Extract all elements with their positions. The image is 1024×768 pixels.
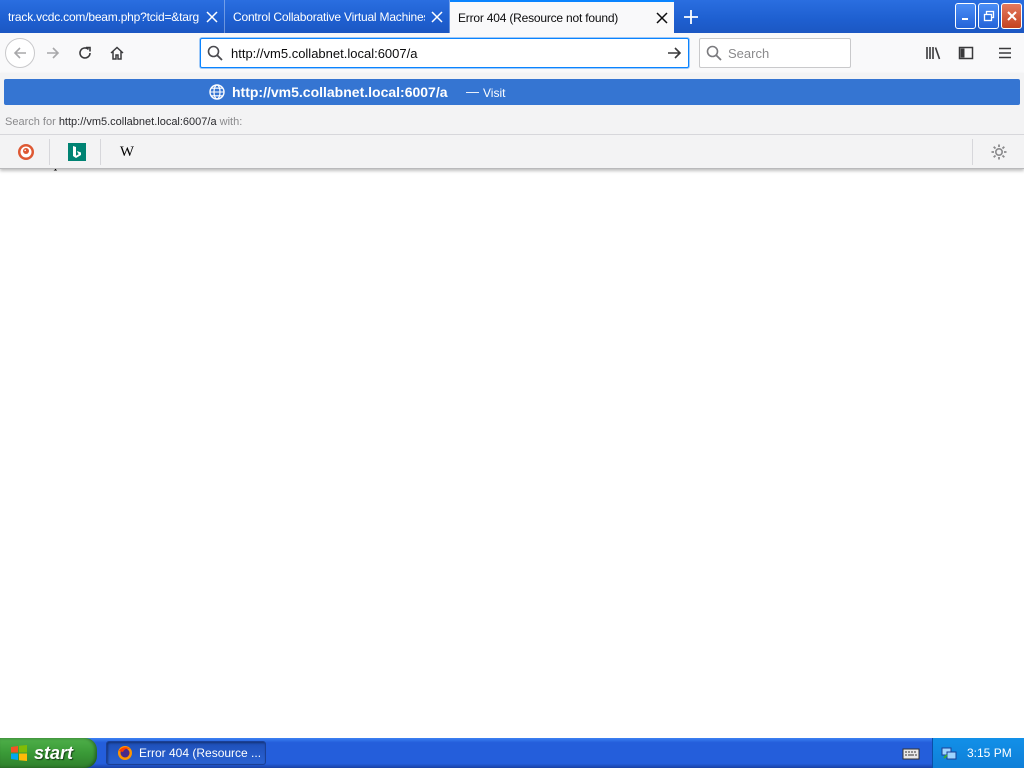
sidebar-icon (958, 46, 974, 60)
new-tab-button[interactable] (677, 3, 705, 31)
close-tab-icon[interactable] (425, 5, 449, 29)
engine-divider (100, 139, 101, 165)
url-input[interactable] (229, 40, 660, 66)
search-with-label: Search for http://vm5.collabnet.local:60… (5, 116, 242, 128)
gear-icon (991, 144, 1007, 160)
url-bar[interactable] (200, 38, 689, 68)
tab-title: Error 404 (Resource not found) (458, 10, 619, 25)
search-with-query: http://vm5.collabnet.local:6007/a (58, 116, 217, 128)
close-tab-icon[interactable] (650, 6, 674, 30)
plus-icon (684, 10, 698, 24)
system-tray: 3:15 PM (932, 738, 1024, 768)
tab-title: track.vcdc.com/beam.php?tcid=&targ (8, 9, 199, 24)
taskbar-item-label: Error 404 (Resource ... (139, 746, 262, 760)
search-settings-button[interactable] (987, 140, 1011, 164)
search-input[interactable] (728, 40, 850, 66)
network-icon[interactable] (941, 745, 957, 761)
library-icon (926, 47, 941, 60)
close-window-button[interactable] (1001, 3, 1022, 29)
search-icon (700, 39, 728, 67)
close-icon (1006, 11, 1017, 21)
engine-divider (49, 139, 50, 165)
clock: 3:15 PM (967, 746, 1012, 760)
taskbar: start Error 404 (Resource ... 3:15 PM (0, 738, 1024, 768)
restore-button[interactable] (978, 3, 999, 29)
globe-icon (209, 84, 225, 100)
restore-icon (983, 10, 994, 22)
forward-button[interactable] (38, 38, 68, 68)
duckduckgo-engine-button[interactable] (15, 141, 37, 163)
arrow-left-icon (13, 47, 26, 59)
wikipedia-engine-button[interactable]: W (116, 141, 138, 163)
search-with-suffix: with: (219, 116, 243, 128)
taskbar-item-firefox[interactable]: Error 404 (Resource ... (106, 741, 266, 765)
firefox-icon (118, 746, 132, 760)
search-with-prefix: Search for (5, 116, 56, 128)
minimize-button[interactable] (955, 3, 976, 29)
result-action-label: Visit (483, 86, 506, 100)
duckduckgo-icon (18, 144, 34, 160)
search-icon (201, 39, 229, 67)
arrow-right-icon (47, 47, 60, 59)
hamburger-icon (999, 47, 1011, 59)
tab-error-404[interactable]: Error 404 (Resource not found) (450, 0, 674, 33)
bing-icon (68, 143, 86, 161)
go-arrow-icon[interactable] (660, 39, 688, 67)
home-icon (110, 46, 124, 60)
home-button[interactable] (102, 38, 132, 68)
one-off-search-engines: W (0, 134, 1024, 168)
back-button[interactable] (5, 38, 35, 68)
wikipedia-icon: W (119, 143, 135, 160)
reload-button[interactable] (70, 38, 100, 68)
bing-engine-button[interactable] (66, 141, 88, 163)
start-button[interactable]: start (0, 738, 97, 768)
library-button[interactable] (919, 38, 949, 68)
autocomplete-result-visit[interactable]: http://vm5.collabnet.local:6007/a — Visi… (4, 79, 1020, 105)
url-autocomplete-popup: http://vm5.collabnet.local:6007/a — Visi… (0, 73, 1024, 169)
result-url: http://vm5.collabnet.local:6007/a (232, 84, 448, 100)
keyboard-icon[interactable] (902, 745, 920, 761)
minimize-icon (961, 18, 968, 20)
tab-control-collaborative[interactable]: Control Collaborative Virtual Machines! (225, 0, 450, 33)
search-bar[interactable] (699, 38, 851, 68)
tab-track-vcdc[interactable]: track.vcdc.com/beam.php?tcid=&targ (0, 0, 225, 33)
sidebar-button[interactable] (951, 38, 981, 68)
tab-title: Control Collaborative Virtual Machines! (233, 9, 425, 24)
result-separator: — (466, 84, 479, 99)
navigation-toolbar (0, 33, 1024, 73)
start-label: start (34, 742, 74, 763)
engine-divider (972, 139, 973, 165)
tab-strip: track.vcdc.com/beam.php?tcid=&targ Contr… (0, 0, 1024, 33)
windows-logo-icon (11, 745, 27, 761)
reload-icon (79, 46, 91, 59)
hamburger-menu-button[interactable] (990, 38, 1020, 68)
close-tab-icon[interactable] (200, 5, 224, 29)
